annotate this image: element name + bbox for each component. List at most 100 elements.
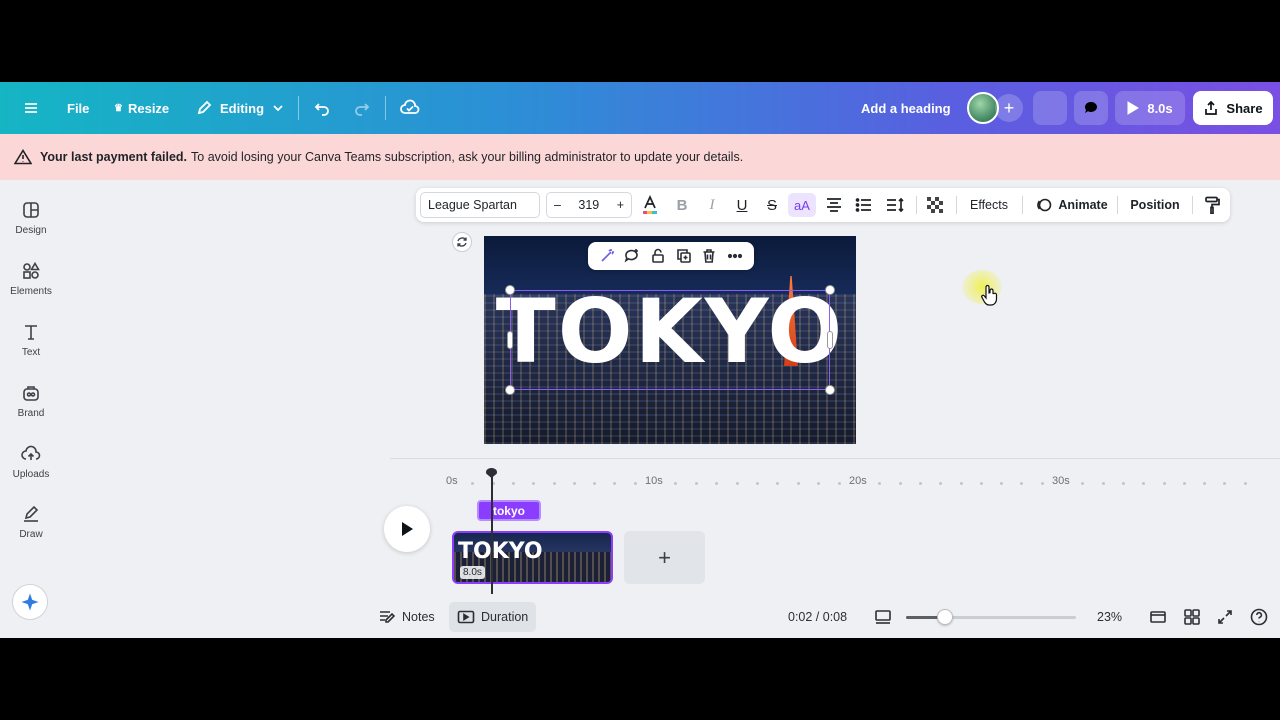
letter-case-button[interactable]: aA: [788, 193, 816, 217]
magic-assistant-button[interactable]: [12, 584, 48, 620]
align-center-icon: [827, 198, 841, 212]
zoom-slider[interactable]: [906, 609, 1076, 625]
save-status-button[interactable]: [400, 82, 420, 134]
insights-button[interactable]: [1033, 91, 1067, 125]
sidebar-item-uploads[interactable]: Uploads: [0, 444, 62, 480]
resize-button[interactable]: ♛ Resize: [114, 82, 169, 134]
bottom-bar: Notes Duration 0:02 / 0:08 23%: [370, 602, 1280, 632]
present-play-button[interactable]: 8.0s: [1115, 91, 1185, 125]
ruler-dot: [572, 482, 576, 485]
sidebar-item-brand[interactable]: Brand: [0, 383, 62, 419]
zoom-level[interactable]: 23%: [1097, 602, 1122, 632]
ruler-dot: [1020, 482, 1024, 485]
font-family-dropdown[interactable]: League Spartan: [420, 192, 540, 218]
duration-label: Duration: [481, 610, 529, 624]
toolbar-divider: [956, 196, 957, 214]
list-button[interactable]: [852, 188, 876, 222]
sidebar-item-text[interactable]: Text: [0, 322, 62, 358]
clip-duration-badge: 8.0s: [460, 566, 485, 579]
add-page-button[interactable]: +: [624, 531, 705, 584]
comment-add-icon[interactable]: [624, 248, 640, 264]
play-icon: [1127, 101, 1140, 115]
timeline-play-button[interactable]: [384, 506, 430, 552]
design-title[interactable]: Add a heading: [861, 82, 951, 134]
grid-view-button[interactable]: [1183, 602, 1201, 632]
pencil-icon: [197, 100, 212, 115]
transparency-button[interactable]: [923, 188, 947, 222]
resize-handle[interactable]: [505, 385, 515, 395]
redo-icon: [355, 103, 370, 116]
more-options-icon[interactable]: [727, 248, 743, 264]
notes-button[interactable]: Notes: [378, 602, 435, 632]
resize-handle[interactable]: [505, 285, 515, 295]
audio-track-label[interactable]: tokyo: [477, 500, 541, 521]
fullscreen-button[interactable]: [1217, 602, 1233, 632]
font-size-value[interactable]: 319: [578, 198, 599, 212]
ruler-dot: [776, 482, 780, 485]
notes-panel-button[interactable]: [1149, 602, 1167, 632]
file-menu[interactable]: File: [67, 82, 89, 134]
font-size-stepper[interactable]: – 319 +: [546, 192, 632, 218]
copy-style-button[interactable]: [1200, 188, 1224, 222]
bold-button[interactable]: B: [670, 188, 694, 222]
duration-button[interactable]: Duration: [449, 602, 537, 632]
share-label: Share: [1226, 100, 1263, 116]
align-button[interactable]: [822, 188, 846, 222]
italic-button[interactable]: I: [700, 188, 724, 222]
sidebar-item-label: Elements: [10, 286, 52, 297]
magic-edit-icon[interactable]: [599, 248, 615, 264]
playhead-line[interactable]: [491, 474, 493, 594]
ruler-dot: [1243, 482, 1247, 485]
sidebar-item-draw[interactable]: Draw: [0, 504, 62, 540]
zoom-slider-knob[interactable]: [937, 609, 953, 625]
undo-icon: [314, 103, 329, 116]
side-handle[interactable]: [827, 331, 833, 349]
resize-handle[interactable]: [825, 385, 835, 395]
side-handle[interactable]: [507, 331, 513, 349]
comments-button[interactable]: [1074, 91, 1108, 125]
animate-button[interactable]: Animate: [1032, 188, 1112, 222]
editing-label: Editing: [220, 100, 265, 116]
trash-icon[interactable]: [701, 248, 717, 264]
underline-button[interactable]: U: [730, 188, 754, 222]
plus-icon: +: [1003, 97, 1015, 118]
timeline-divider: [390, 458, 1280, 459]
banner-text: To avoid losing your Canva Teams subscri…: [191, 150, 744, 164]
selection-box[interactable]: [510, 290, 830, 390]
share-button[interactable]: Share: [1193, 91, 1273, 125]
undo-button[interactable]: [313, 82, 331, 134]
strikethrough-button[interactable]: S: [760, 188, 784, 222]
timeline-tick: 0s: [446, 475, 458, 487]
animate-icon: [1037, 198, 1052, 212]
text-color-button[interactable]: [638, 188, 662, 222]
redo-button[interactable]: [353, 82, 371, 134]
help-button[interactable]: [1250, 602, 1268, 632]
duplicate-icon[interactable]: [676, 248, 692, 264]
lock-icon[interactable]: [650, 248, 666, 264]
timeline-clip[interactable]: TOKYO 8.0s: [452, 531, 613, 584]
decrease-size-button[interactable]: –: [554, 198, 561, 212]
add-collaborator-button[interactable]: +: [995, 94, 1023, 122]
sidebar-item-design[interactable]: Design: [0, 200, 62, 236]
position-button[interactable]: Position: [1126, 188, 1184, 222]
ruler-dot: [1121, 482, 1125, 485]
ruler-dot: [898, 482, 902, 485]
sidebar-item-label: Uploads: [12, 469, 50, 480]
rotate-refresh-button[interactable]: [452, 232, 472, 252]
underline-icon: U: [736, 196, 748, 214]
ruler-dot: [878, 482, 882, 485]
menu-button[interactable]: [22, 82, 40, 134]
resize-handle[interactable]: [825, 285, 835, 295]
warning-icon: [14, 149, 32, 165]
animate-label: Animate: [1058, 198, 1108, 212]
sidebar-item-elements[interactable]: Elements: [0, 261, 62, 297]
sidebar-item-label: Draw: [19, 529, 43, 540]
page-view-icon: [875, 610, 891, 624]
draw-icon: [24, 505, 39, 522]
sparkle-icon: [21, 593, 39, 611]
effects-button[interactable]: Effects: [962, 188, 1016, 222]
page-view-button[interactable]: [874, 602, 892, 632]
spacing-button[interactable]: [883, 188, 907, 222]
editing-mode-dropdown[interactable]: Editing: [196, 82, 284, 134]
increase-size-button[interactable]: +: [617, 198, 624, 212]
